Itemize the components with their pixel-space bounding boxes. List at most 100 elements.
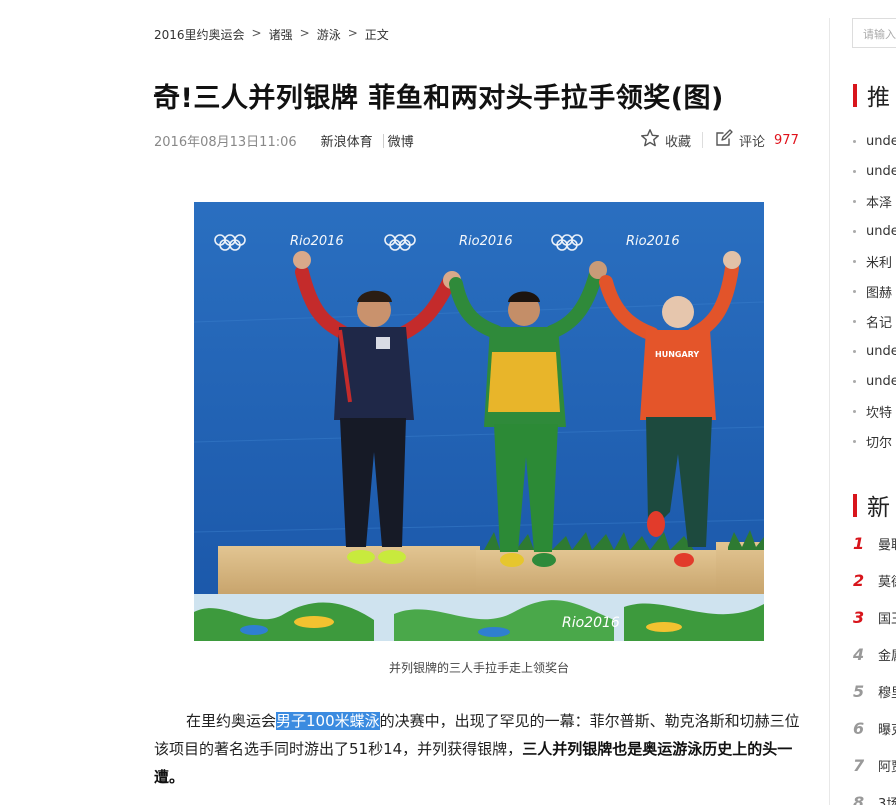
news-item-text: 曝克 [878,723,896,738]
photo-shirt-text: HUNGARY [655,350,699,359]
bullet-dot [853,349,856,353]
rank-number: 7 [853,756,865,775]
recommend-item-text: 坎特 [866,405,893,421]
bullet-dot [853,319,856,323]
recommend-item[interactable]: 名记 [853,306,896,336]
photo-banner-text: Rio2016 [290,234,344,249]
breadcrumb-separator: > [299,26,310,40]
rank-number: 2 [853,571,865,590]
news-item[interactable]: 2 莫德 [853,562,896,599]
recommend-item-text: unde [866,163,896,179]
news-heading: 新 [853,488,890,522]
recommend-item[interactable]: unde [853,126,896,156]
bullet-dot [853,139,856,143]
recommend-item[interactable]: 图赫 [853,276,896,306]
breadcrumb-teams[interactable]: 诸强 [269,26,293,43]
bullet-dot [853,439,856,443]
favorite-label: 收藏 [665,134,692,150]
recommend-item-text: 米利 [866,255,893,271]
news-item[interactable]: 7 阿贾 [853,747,896,784]
article-meta: 2016年08月13日11:06 新浪体育 微博 [154,131,414,150]
heading-accent-bar [853,493,857,517]
favorite-button[interactable]: 收藏 [640,128,691,152]
heading-accent-bar [853,83,857,107]
news-item[interactable]: 5 穆里 [853,673,896,710]
recommend-item[interactable]: 本泽 [853,186,896,216]
breadcrumb: 2016里约奥运会 > 诸强 > 游泳 > 正文 [154,26,389,43]
news-item-text: 曼联 [878,538,896,553]
article-photo: Rio2016 Rio2016 Rio2016 Rio2016 HUNGARY [194,202,764,641]
sidebar-divider [829,18,830,805]
photo-podium-text: Rio2016 [562,615,620,631]
news-item[interactable]: 1 曼联 [853,525,896,562]
breadcrumb-swimming[interactable]: 游泳 [317,26,341,43]
paragraph-text: 在里约奥运会 [186,712,277,730]
breadcrumb-separator: > [251,26,262,40]
recommend-item-text: unde [866,373,896,389]
highlighted-text[interactable]: 男子100米蝶泳 [276,712,380,730]
comment-button[interactable]: 评论 977 [714,128,799,152]
recommend-item[interactable]: unde [853,156,896,186]
news-item-text: 阿贾 [878,760,896,775]
edit-icon [714,128,734,152]
recommend-item-text: 名记 [866,315,893,331]
meta-divider [382,133,384,148]
bullet-dot [853,289,856,293]
bullet-dot [853,409,856,413]
recommend-item-text: unde [866,223,896,239]
bullet-dot [853,169,856,173]
news-item-text: 金属 [878,649,896,664]
comment-label: 评论 [739,134,766,150]
recommend-item-text: 本泽 [866,195,893,211]
news-item[interactable]: 6 曝克 [853,710,896,747]
news-item-text: 国王 [878,612,896,627]
breadcrumb-olympics[interactable]: 2016里约奥运会 [154,26,245,43]
rank-number: 3 [853,608,865,627]
news-ranking-list: 1 曼联 2 莫德 3 国王 4 金属 5 穆里 6 曝克 7 阿贾 8 3场 [853,525,896,805]
action-divider [702,132,704,148]
news-item-text: 莫德 [878,575,896,590]
article-paragraph: 在里约奥运会男子100米蝶泳的决赛中，出现了罕见的一幕：菲尔普斯、勒克洛斯和切赫… [154,707,804,791]
bullet-dot [853,229,856,233]
recommend-item[interactable]: unde [853,216,896,246]
search-input[interactable]: 请输入 [852,18,896,48]
article-date: 2016年08月13日11:06 [154,135,297,150]
weibo-link[interactable]: 微博 [388,131,414,150]
rank-number: 6 [853,719,865,738]
article-actions: 收藏 评论 977 [640,128,799,152]
recommend-item-text: 图赫 [866,285,893,301]
article-title: 奇!三人并列银牌 菲鱼和两对头手拉手领奖(图) [153,83,724,114]
recommend-item[interactable]: 坎特 [853,396,896,426]
rank-number: 1 [853,534,865,553]
recommend-title: 推 [867,85,890,111]
rank-number: 8 [853,793,865,805]
recommend-item[interactable]: 切尔 [853,426,896,456]
rank-number: 5 [853,682,865,701]
article-source[interactable]: 新浪体育 [321,131,373,150]
bullet-dot [853,379,856,383]
recommend-item[interactable]: unde [853,336,896,366]
bullet-dot [853,199,856,203]
recommend-item-text: unde [866,133,896,149]
breadcrumb-current: 正文 [364,28,389,42]
news-item-text: 穆里 [878,686,896,701]
photo-banner-text: Rio2016 [626,234,680,249]
photo-caption: 并列银牌的三人手拉手走上领奖台 [388,661,569,675]
news-item[interactable]: 4 金属 [853,636,896,673]
news-item-text: 3场 [878,797,896,805]
recommend-item[interactable]: 米利 [853,246,896,276]
news-item[interactable]: 8 3场 [853,784,896,805]
recommend-item-text: unde [866,343,896,359]
recommend-item[interactable]: unde [853,366,896,396]
star-icon [640,128,660,152]
recommend-item-text: 切尔 [866,435,893,451]
rank-number: 4 [853,645,865,664]
bullet-dot [853,259,856,263]
recommend-heading: 推 [853,78,890,112]
recommend-list: unde unde 本泽 unde 米利 图赫 名记 unde unde 坎特 … [853,126,896,456]
news-title: 新 [867,495,890,521]
comment-count[interactable]: 977 [774,133,799,148]
news-item[interactable]: 3 国王 [853,599,896,636]
photo-banner-text: Rio2016 [459,234,513,249]
breadcrumb-separator: > [347,26,358,40]
